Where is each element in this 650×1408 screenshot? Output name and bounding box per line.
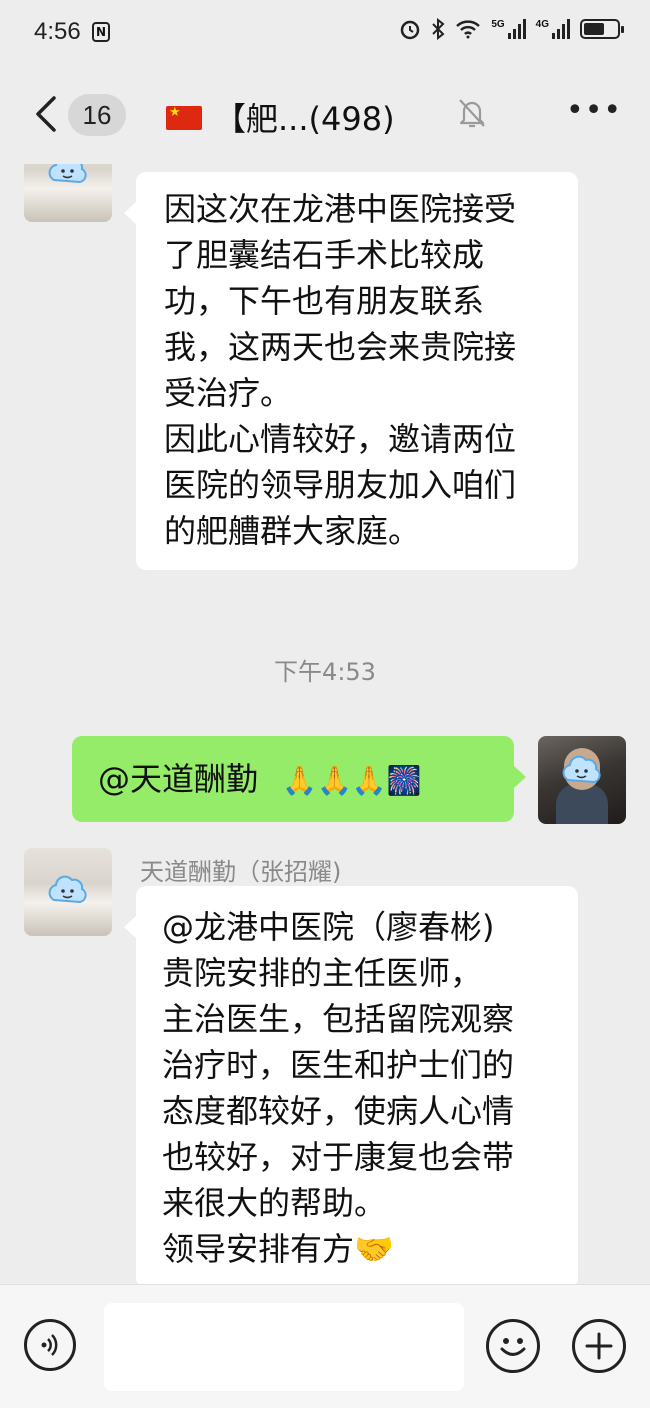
alarm-icon (401, 20, 420, 40)
more-actions-button[interactable] (572, 1319, 626, 1373)
time-separator: 下午4:53 (274, 658, 376, 686)
message-line: @龙港中医院（廖春彬) (162, 908, 495, 946)
unread-count-badge[interactable]: 16 (68, 94, 126, 136)
message-line: 了胆囊结石手术比较成 (164, 236, 485, 274)
message-line: 因此心情较好，邀请两位 (164, 420, 517, 458)
chat-messages[interactable]: 因这次在龙港中医院接受 了胆囊结石手术比较成 功，下午也有朋友联系 我，这两天也… (0, 164, 650, 1284)
status-time: 4:56 (34, 18, 81, 45)
message-line: 主治医生，包括留院观察 (162, 1000, 515, 1038)
message-line: 领导安排有方🤝 (162, 1230, 394, 1268)
message-emojis: 🙏🙏🙏🎆 (282, 764, 422, 797)
signal-4g-label: 4G (535, 19, 549, 30)
message-line: 功，下午也有朋友联系 (164, 282, 485, 320)
message-line: 也较好，对于康复也会带 (162, 1138, 515, 1176)
nfc-icon: N (92, 22, 110, 42)
message-text: @天道酬勤 (98, 760, 259, 798)
emoji-button[interactable] (486, 1319, 540, 1373)
smiley-icon (500, 1338, 526, 1356)
message-line: 贵院安排的主任医师， (162, 954, 483, 992)
plus-icon (585, 1332, 613, 1360)
back-button[interactable] (30, 94, 64, 134)
voice-input-button[interactable] (24, 1319, 76, 1371)
message-line: 因这次在龙港中医院接受 (164, 190, 517, 228)
sender-name: 天道酬勤（张招耀) (140, 858, 342, 886)
signal-4g-icon: 4G (536, 19, 570, 39)
wifi-icon (456, 20, 481, 39)
message-bubble-self[interactable]: @天道酬勤 🙏🙏🙏🎆 (72, 736, 526, 822)
status-bar: 4:56 N 5G 4G (0, 0, 650, 64)
message-input[interactable] (104, 1303, 464, 1391)
cloud-sticker-icon (48, 164, 87, 184)
input-bar (0, 1284, 650, 1408)
chat-title[interactable]: 【舥...(498) (214, 94, 395, 140)
mute-bell-icon (459, 99, 485, 128)
message-bubble[interactable]: 因这次在龙港中医院接受 了胆囊结石手术比较成 功，下午也有朋友联系 我，这两天也… (124, 172, 578, 570)
more-options-button[interactable]: ••• (566, 96, 621, 136)
voice-icon (41, 1334, 58, 1356)
cloud-sticker-icon (562, 755, 601, 784)
cloud-sticker-icon (48, 875, 87, 904)
message-bubble[interactable]: @龙港中医院（廖春彬) 贵院安排的主任医师， 主治医生，包括留院观察 治疗时，医… (124, 886, 578, 1284)
status-icons: 5G 4G (399, 18, 624, 40)
message-line: 的舥艚群大家庭。 (164, 512, 421, 550)
signal-5g-icon: 5G (491, 19, 526, 39)
message-line: 医院的领导朋友加入咱们 (164, 466, 517, 504)
message-line: 治疗时，医生和护士们的 (162, 1046, 515, 1084)
chat-header: 16 【舥...(498) ••• (0, 64, 650, 164)
message-line: 受治疗。 (164, 374, 293, 412)
battery-icon (580, 19, 624, 39)
bluetooth-icon (432, 18, 445, 40)
message-line: 来很大的帮助。 (162, 1184, 387, 1222)
signal-5g-label: 5G (491, 19, 505, 30)
message-line: 态度都较好，使病人心情 (162, 1092, 515, 1130)
china-flag-icon (166, 105, 202, 130)
message-line: 我，这两天也会来贵院接 (164, 328, 517, 366)
